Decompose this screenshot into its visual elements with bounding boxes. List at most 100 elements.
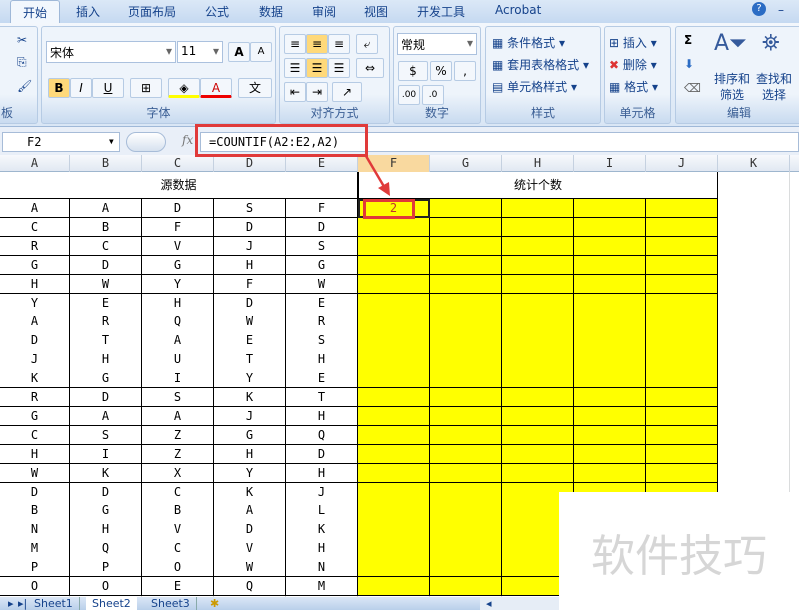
data-cell[interactable]: R	[0, 388, 70, 408]
insert-sheet-icon[interactable]: ✱	[204, 597, 225, 610]
data-cell[interactable]: B	[70, 217, 142, 238]
data-cell[interactable]: R	[286, 312, 358, 332]
data-cell[interactable]: L	[286, 501, 358, 521]
data-cell[interactable]: W	[70, 274, 142, 294]
count-cell[interactable]	[574, 199, 646, 219]
column-header-B[interactable]: B	[70, 155, 142, 172]
count-cell[interactable]	[574, 293, 646, 313]
tab-acrobat[interactable]: Acrobat	[495, 3, 541, 17]
data-cell[interactable]: A	[142, 331, 214, 351]
count-cell[interactable]	[358, 482, 430, 502]
data-cell[interactable]: F	[214, 274, 286, 294]
column-header-D[interactable]: D	[214, 155, 286, 172]
data-cell[interactable]: G	[142, 255, 214, 276]
data-cell[interactable]: K	[286, 520, 358, 540]
data-cell[interactable]: D	[286, 217, 358, 238]
count-cell[interactable]	[430, 406, 502, 427]
copy-icon[interactable]: ⎘	[17, 55, 27, 70]
data-cell[interactable]: U	[142, 350, 214, 370]
decrease-indent-icon[interactable]: ⇤	[284, 82, 306, 102]
count-cell[interactable]	[358, 539, 430, 559]
data-cell[interactable]: C	[142, 482, 214, 502]
data-cell[interactable]: W	[0, 463, 70, 483]
data-cell[interactable]: Q	[214, 577, 286, 597]
help-icon[interactable]: ?	[752, 2, 766, 16]
tab-developer[interactable]: 开发工具	[417, 3, 465, 20]
count-cell[interactable]	[502, 217, 574, 238]
count-cell[interactable]	[574, 463, 646, 483]
format-painter-icon[interactable]: 🖌	[17, 79, 32, 93]
data-cell[interactable]: H	[142, 293, 214, 313]
data-cell[interactable]: R	[0, 236, 70, 257]
data-cell[interactable]: E	[214, 331, 286, 351]
count-cell[interactable]	[430, 369, 502, 389]
data-cell[interactable]: Z	[142, 444, 214, 465]
count-cell[interactable]	[574, 274, 646, 294]
data-cell[interactable]: O	[0, 577, 70, 597]
count-cell[interactable]	[358, 444, 430, 465]
count-cell[interactable]	[430, 199, 502, 219]
count-cell[interactable]	[358, 388, 430, 408]
phonetic-button[interactable]: 文	[238, 78, 272, 98]
column-header-K[interactable]: K	[718, 155, 790, 172]
count-cell[interactable]	[358, 369, 430, 389]
column-header-A[interactable]: A	[0, 155, 70, 172]
count-cell[interactable]	[574, 312, 646, 332]
data-cell[interactable]: D	[214, 293, 286, 313]
font-size-select[interactable]: 11 ▾	[177, 41, 223, 63]
column-header-G[interactable]: G	[430, 155, 502, 172]
data-cell[interactable]: A	[142, 406, 214, 427]
count-cell[interactable]	[358, 558, 430, 578]
data-cell[interactable]: Q	[142, 312, 214, 332]
count-cell[interactable]	[358, 312, 430, 332]
count-cell[interactable]	[358, 577, 430, 597]
merged-header-source[interactable]: 源数据	[0, 172, 358, 199]
count-cell[interactable]	[574, 236, 646, 257]
data-cell[interactable]: F	[142, 217, 214, 238]
data-cell[interactable]: W	[214, 312, 286, 332]
count-cell[interactable]	[646, 463, 718, 483]
comma-button[interactable]: ,	[454, 61, 476, 81]
data-cell[interactable]: Y	[142, 274, 214, 294]
shrink-font-button[interactable]: A	[250, 42, 272, 62]
column-header-C[interactable]: C	[142, 155, 214, 172]
data-cell[interactable]: M	[286, 577, 358, 597]
data-cell[interactable]: V	[142, 236, 214, 257]
data-cell[interactable]: H	[286, 350, 358, 370]
data-cell[interactable]: J	[214, 236, 286, 257]
count-cell[interactable]	[358, 293, 430, 313]
data-cell[interactable]: O	[70, 577, 142, 597]
data-cell[interactable]: A	[70, 199, 142, 219]
cut-icon[interactable]: ✂	[17, 33, 27, 47]
data-cell[interactable]: S	[70, 425, 142, 446]
count-cell[interactable]	[430, 293, 502, 313]
sort-filter-button[interactable]: 排序和 筛选	[714, 71, 750, 103]
count-cell[interactable]	[430, 255, 502, 276]
tab-insert[interactable]: 插入	[76, 3, 100, 20]
column-header-H[interactable]: H	[502, 155, 574, 172]
align-right-icon[interactable]: ☰	[328, 58, 350, 78]
data-cell[interactable]: H	[0, 274, 70, 294]
merged-header-count[interactable]: 统计个数	[358, 172, 718, 199]
count-cell[interactable]	[430, 312, 502, 332]
data-cell[interactable]: C	[142, 539, 214, 559]
count-cell[interactable]	[358, 425, 430, 446]
data-cell[interactable]: W	[286, 274, 358, 294]
number-format-select[interactable]: 常规 ▾	[397, 33, 477, 55]
percent-button[interactable]: %	[430, 61, 452, 81]
wrap-text-icon[interactable]: ⤶	[356, 34, 378, 54]
count-cell[interactable]	[502, 369, 574, 389]
data-cell[interactable]: Y	[0, 293, 70, 313]
count-cell[interactable]	[646, 444, 718, 465]
count-cell[interactable]	[574, 350, 646, 370]
tab-formulas[interactable]: 公式	[205, 3, 229, 20]
data-cell[interactable]: E	[286, 369, 358, 389]
count-cell[interactable]	[574, 217, 646, 238]
count-cell[interactable]	[430, 577, 502, 597]
count-cell[interactable]	[646, 350, 718, 370]
increase-decimal-button[interactable]: .00	[398, 85, 420, 105]
data-cell[interactable]: S	[286, 331, 358, 351]
count-cell[interactable]	[430, 350, 502, 370]
tab-data[interactable]: 数据	[259, 3, 283, 20]
count-cell[interactable]	[430, 331, 502, 351]
